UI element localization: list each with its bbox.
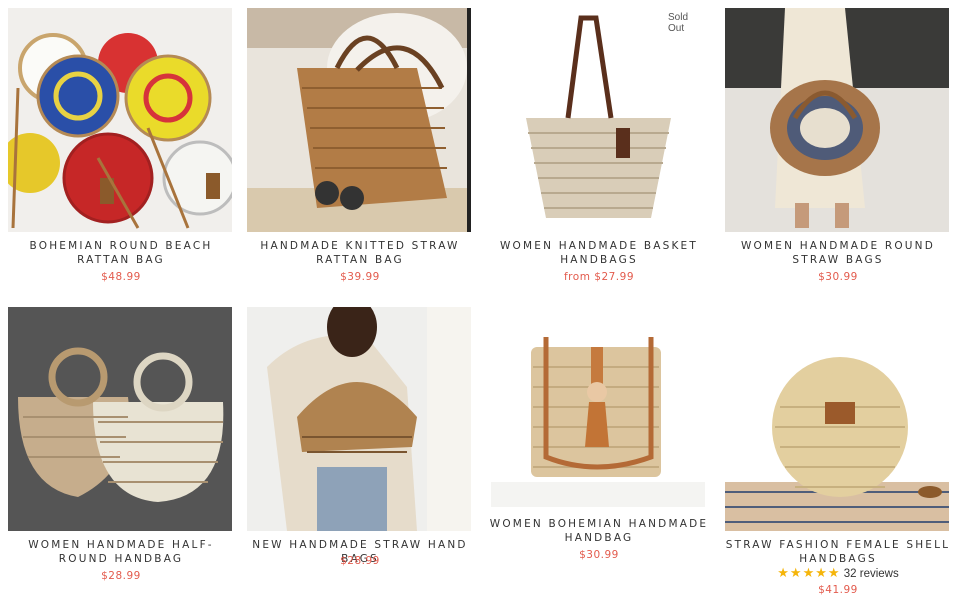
product-image-7[interactable] [491, 307, 705, 507]
product-price-5: $28.99 [101, 570, 141, 582]
product-image-2[interactable] [247, 8, 471, 232]
product-title-8[interactable]: Straw Fashion Female Shell Handbags [725, 538, 951, 566]
product-title-7[interactable]: Women Bohemian Handmade Handbag [486, 517, 712, 545]
product-price-6: $28.99 [340, 555, 380, 567]
product-image-8[interactable] [725, 307, 949, 531]
product-price-7: $30.99 [579, 549, 619, 561]
product-image-3[interactable] [486, 8, 710, 232]
product-price-1: $48.99 [101, 271, 141, 283]
product-image-1[interactable] [8, 8, 232, 232]
product-title-5[interactable]: Women Handmade Half-Round Handbag [8, 538, 234, 566]
rating-stars: ★★★★★ [777, 565, 841, 580]
product-image-5[interactable] [8, 307, 232, 531]
product-title-3[interactable]: Women Handmade Basket Handbags [486, 239, 712, 267]
product-rating-8[interactable]: ★★★★★ 32 reviews [725, 565, 951, 581]
product-title-4[interactable]: Women Handmade Round Straw Bags [725, 239, 951, 267]
product-price-8: $41.99 [818, 584, 858, 596]
product-title-2[interactable]: Handmade Knitted Straw Rattan Bag [247, 239, 473, 267]
product-price-4: $30.99 [818, 271, 858, 283]
product-price-3: from $27.99 [563, 271, 634, 283]
product-image-6[interactable] [247, 307, 471, 531]
product-title-1[interactable]: Bohemian Round Beach Rattan Bag [8, 239, 234, 267]
review-count: 32 reviews [843, 568, 899, 580]
product-image-4[interactable] [725, 8, 949, 232]
product-price-2: $39.99 [340, 271, 380, 283]
sold-out-badge: Sold Out [668, 12, 689, 34]
